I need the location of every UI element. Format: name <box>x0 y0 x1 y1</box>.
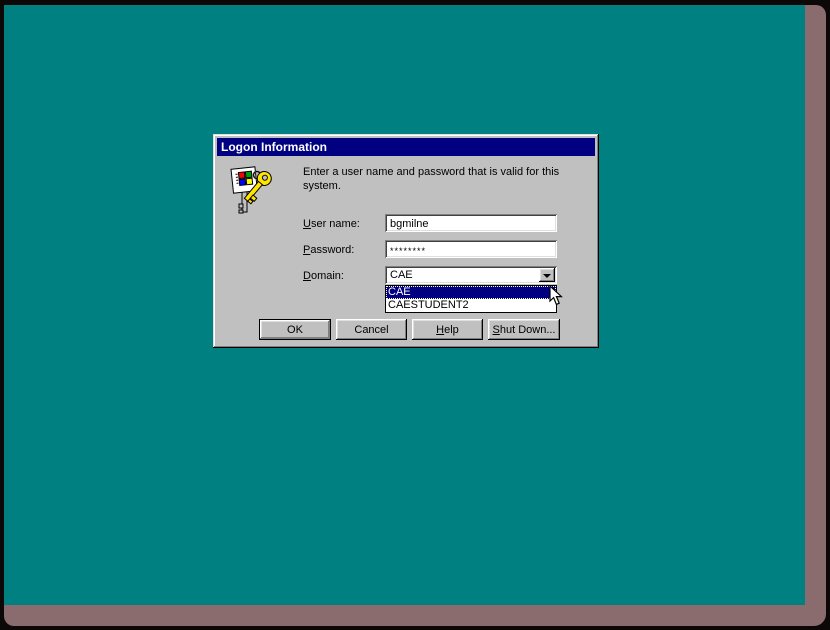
combo-value: CAE <box>390 269 413 281</box>
domain-dropdown-list: CAE CAESTUDENT2 <box>385 285 557 313</box>
password-label: Password: <box>303 244 354 256</box>
title-bar[interactable]: Logon Information <box>217 138 595 156</box>
domain-label: Domain: <box>303 270 344 282</box>
dropdown-option-caestudent2[interactable]: CAESTUDENT2 <box>386 299 556 312</box>
help-button[interactable]: Help <box>412 319 483 340</box>
username-label: User name: <box>303 218 360 230</box>
cancel-button[interactable]: Cancel <box>336 319 407 340</box>
ok-button[interactable]: OK <box>259 319 331 340</box>
logon-dialog: Logon Information <box>213 134 599 348</box>
instruction-text: Enter a user name and password that is v… <box>303 165 581 193</box>
mouse-cursor-icon <box>549 285 563 307</box>
password-field[interactable] <box>385 240 557 258</box>
domain-combobox[interactable]: CAE <box>385 266 557 284</box>
username-field[interactable] <box>385 214 557 232</box>
dropdown-button[interactable] <box>539 268 555 282</box>
key-tag-icon <box>230 166 276 218</box>
dialog-title: Logon Information <box>221 140 327 154</box>
dropdown-arrow-icon <box>543 274 551 278</box>
dropdown-option-cae[interactable]: CAE <box>386 286 556 299</box>
screen: Logon Information <box>0 0 830 630</box>
shutdown-button[interactable]: Shut Down... <box>488 319 560 340</box>
